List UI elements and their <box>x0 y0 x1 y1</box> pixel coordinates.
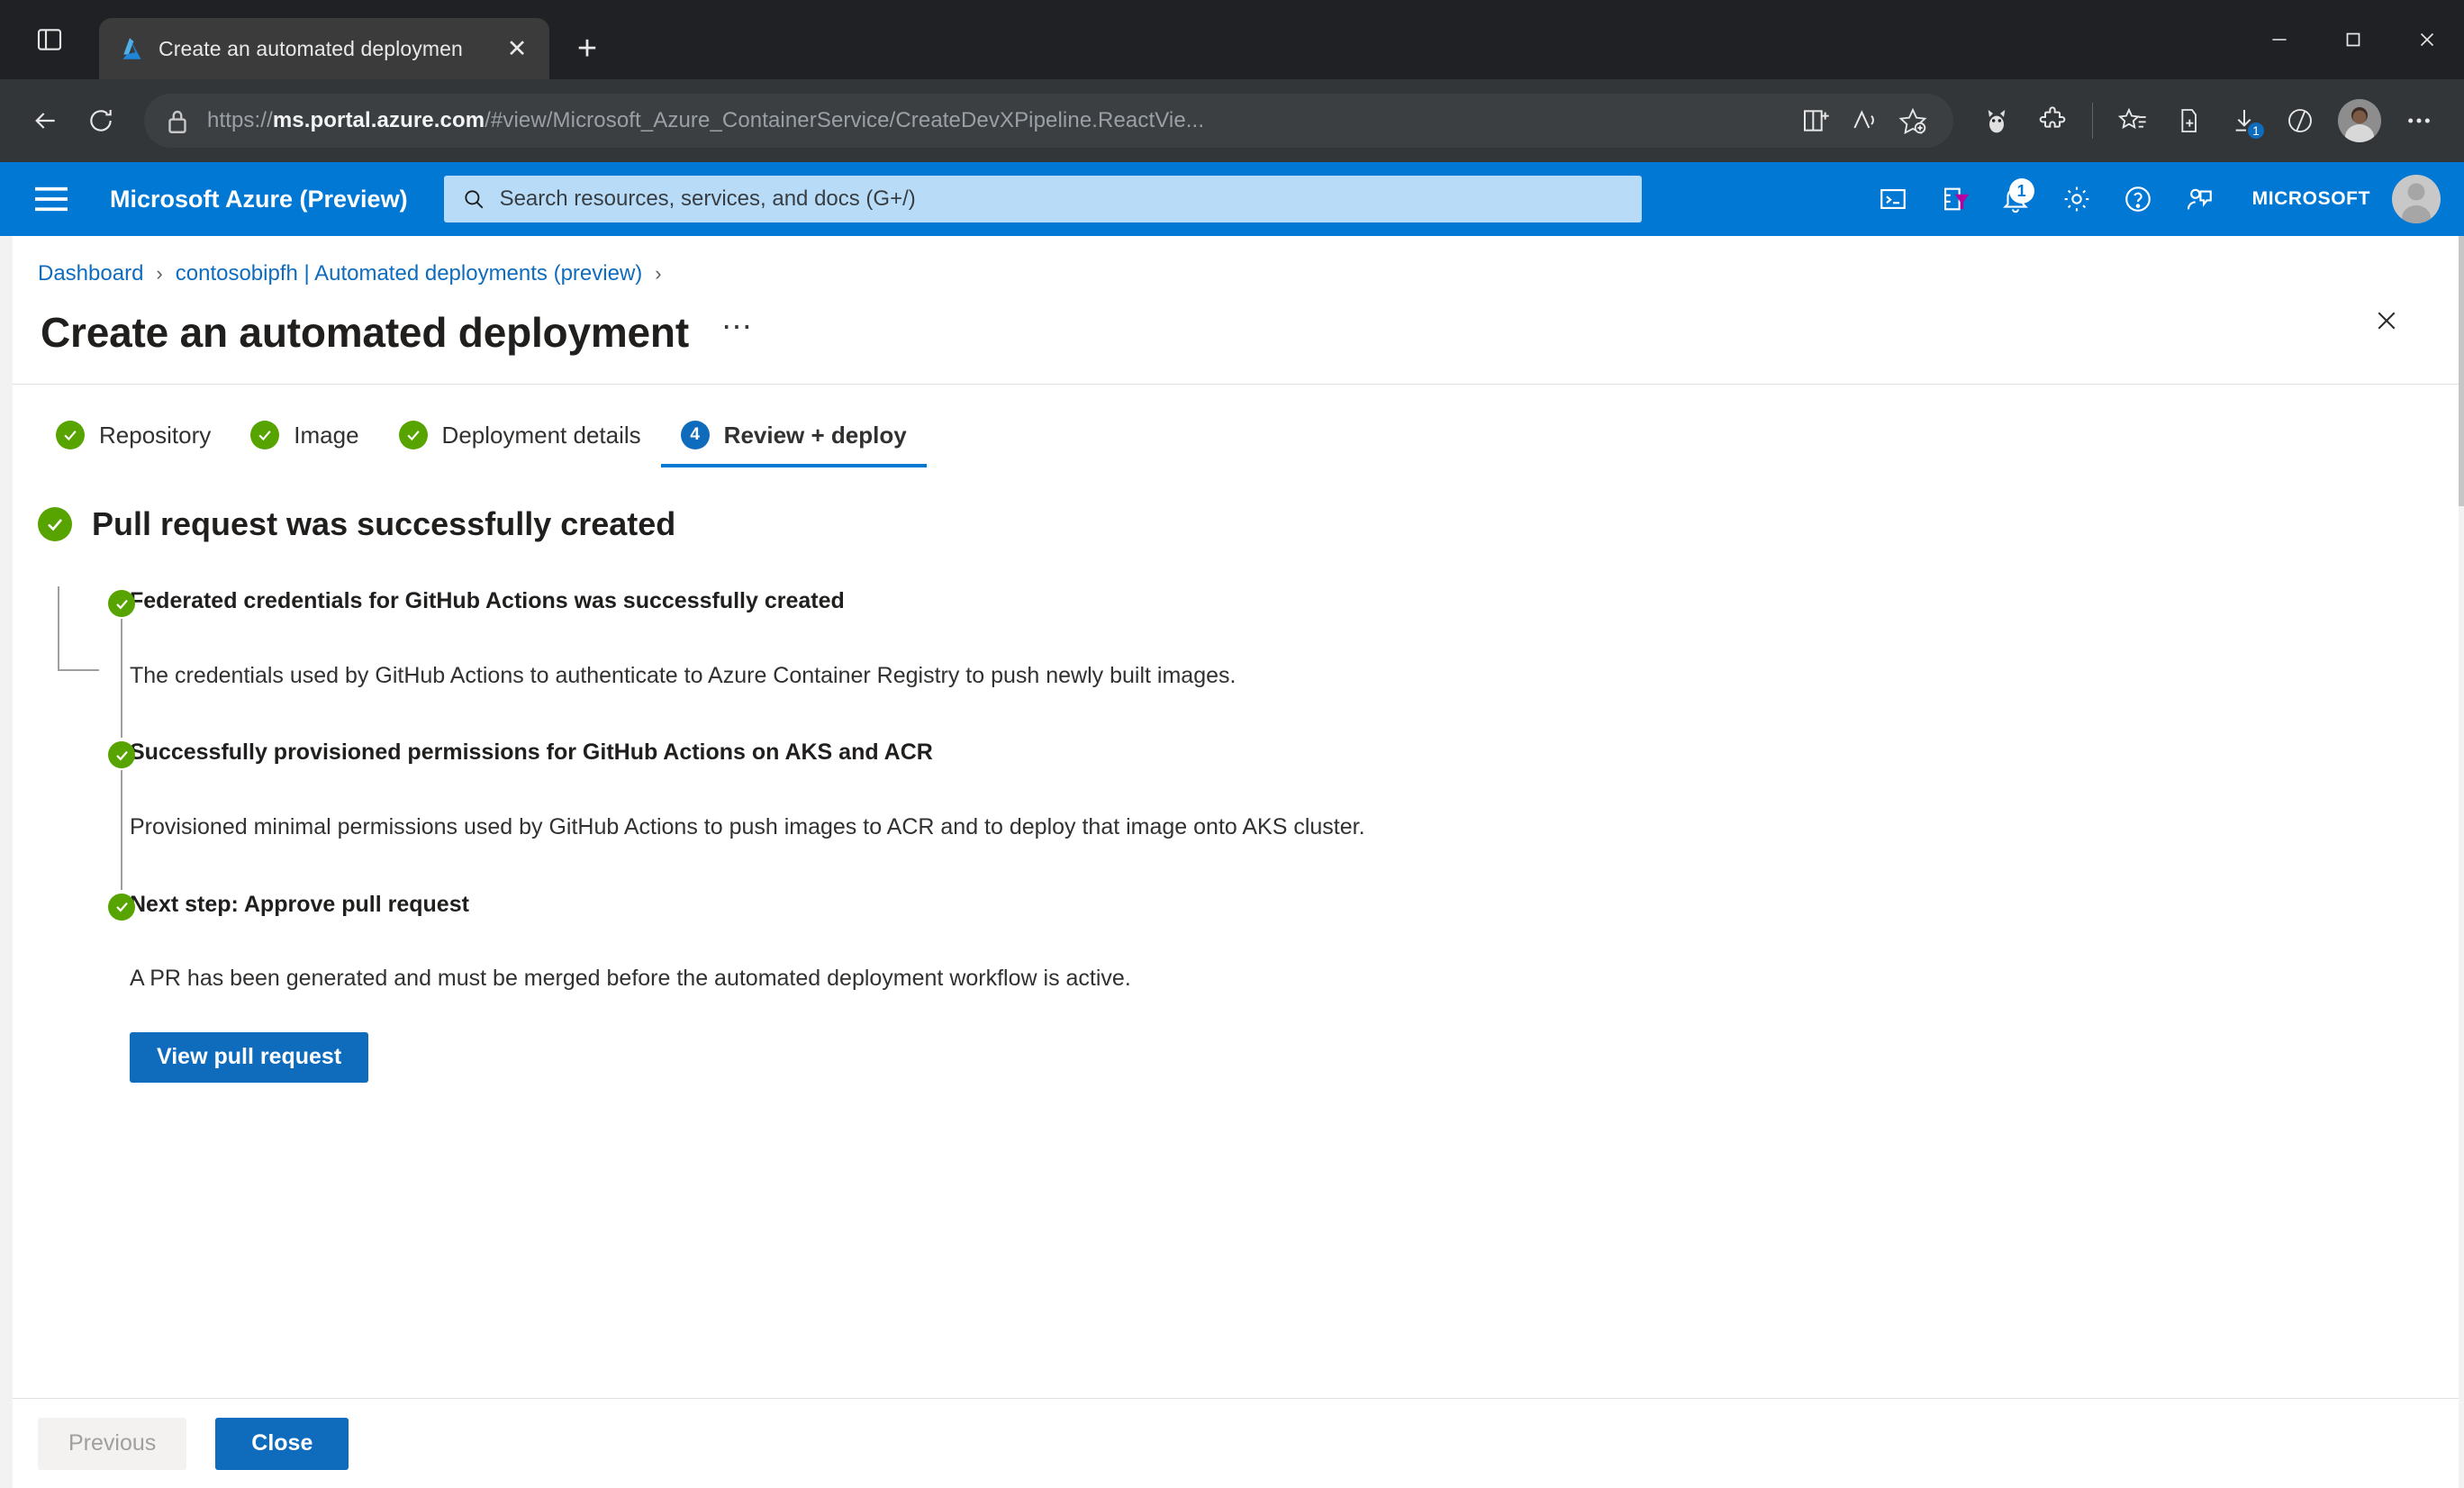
feedback-icon[interactable] <box>2171 171 2227 227</box>
tab-search-icon[interactable] <box>26 16 73 63</box>
result-title: Pull request was successfully created <box>92 505 676 542</box>
tenant-label: MICROSOFT <box>2251 188 2370 209</box>
more-options-icon[interactable]: ⋯ <box>721 312 755 353</box>
extensions-icon[interactable] <box>2027 95 2078 146</box>
tab-repository[interactable]: Repository <box>36 412 231 467</box>
help-icon[interactable] <box>2110 171 2166 227</box>
url-text: https://ms.portal.azure.com/#view/Micros… <box>207 108 1205 132</box>
window-controls <box>2242 0 2464 79</box>
step-heading: Next step: Approve pull request <box>130 891 469 917</box>
tab-close-icon[interactable]: ✕ <box>497 29 537 68</box>
success-check-icon <box>38 507 72 541</box>
create-deployment-blade: Dashboard › contosobipfh | Automated dep… <box>0 236 2464 1488</box>
account-avatar[interactable] <box>2392 175 2441 223</box>
blade-content: Pull request was successfully created Fe… <box>0 467 2464 1398</box>
browser-titlebar: Create an automated deploymen ✕ + <box>0 0 2464 79</box>
deployment-steps-timeline: Federated credentials for GitHub Actions… <box>38 586 2464 1083</box>
address-bar[interactable]: https://ms.portal.azure.com/#view/Micros… <box>144 94 1953 148</box>
tab-repository-label: Repository <box>99 421 212 449</box>
global-search-input[interactable]: Search resources, services, and docs (G+… <box>443 176 1642 222</box>
scrollbar-thumb[interactable] <box>2459 236 2464 506</box>
settings-gear-icon[interactable] <box>2049 171 2105 227</box>
breadcrumb-item-automated-deployments[interactable]: contosobipfh | Automated deployments (pr… <box>176 261 643 286</box>
cloud-shell-icon[interactable] <box>1865 171 1921 227</box>
step-heading: Successfully provisioned permissions for… <box>130 739 933 766</box>
check-circle-icon <box>398 421 428 449</box>
breadcrumb-separator-2: › <box>655 262 662 285</box>
azure-top-nav: Microsoft Azure (Preview) Search resourc… <box>0 162 2464 236</box>
previous-button[interactable]: Previous <box>38 1417 187 1470</box>
browser-essentials-icon[interactable] <box>2163 95 2214 146</box>
search-icon <box>464 190 483 209</box>
tab-review-deploy-label: Review + deploy <box>723 421 907 449</box>
breadcrumb-item-dashboard[interactable]: Dashboard <box>38 261 143 286</box>
collections-icon[interactable] <box>2107 95 2158 146</box>
profile-avatar-icon[interactable] <box>2338 99 2381 142</box>
timeline-step-federated-credentials: Federated credentials for GitHub Actions… <box>58 586 2464 739</box>
timeline-step-approve-pr: Next step: Approve pull request A PR has… <box>58 890 2464 1083</box>
step-description: Provisioned minimal permissions used by … <box>130 813 1365 839</box>
tab-deployment-details[interactable]: Deployment details <box>379 412 661 467</box>
toolbar-divider <box>2092 103 2093 139</box>
blade-footer: Previous Close <box>0 1398 2464 1488</box>
directories-subscriptions-icon[interactable] <box>1926 171 1982 227</box>
azure-nav-actions: 1 MICROSOFT <box>1865 171 2464 227</box>
breadcrumb-separator: › <box>156 262 163 285</box>
tab-review-deploy[interactable]: 4 Review + deploy <box>660 412 927 467</box>
blade-scrollbar[interactable] <box>2459 236 2464 1488</box>
step-check-icon <box>108 590 135 617</box>
tab-image-label: Image <box>294 421 359 449</box>
timeline-connector <box>121 619 122 739</box>
tab-image[interactable]: Image <box>231 412 378 467</box>
read-aloud-icon[interactable] <box>1842 98 1887 143</box>
settings-more-icon[interactable] <box>2394 95 2444 146</box>
check-circle-icon <box>250 421 280 449</box>
window-close-icon[interactable] <box>2390 0 2464 79</box>
downloads-badge: 1 <box>2246 121 2266 141</box>
azure-portal: Microsoft Azure (Preview) Search resourc… <box>0 162 2464 1488</box>
back-icon[interactable] <box>20 95 70 146</box>
split-screen-icon[interactable] <box>1793 98 1838 143</box>
notification-badge: 1 <box>2008 178 2034 204</box>
copilot-icon[interactable] <box>1971 95 2022 146</box>
global-search-placeholder: Search resources, services, and docs (G+… <box>499 186 916 211</box>
new-tab-button[interactable]: + <box>562 23 612 74</box>
timeline-step-permissions: Successfully provisioned permissions for… <box>58 738 2464 890</box>
hamburger-menu-icon[interactable] <box>27 175 76 223</box>
browser-toolbar: https://ms.portal.azure.com/#view/Micros… <box>0 79 2464 162</box>
step-description: A PR has been generated and must be merg… <box>130 966 1131 991</box>
notifications-icon[interactable]: 1 <box>1988 171 2043 227</box>
azure-logo-icon <box>119 35 146 62</box>
tab-deployment-details-label: Deployment details <box>441 421 641 449</box>
browser-window: Create an automated deploymen ✕ + https:… <box>0 0 2464 1488</box>
step-heading: Federated credentials for GitHub Actions… <box>130 588 845 613</box>
minimize-icon[interactable] <box>2242 0 2316 79</box>
tab-step-number: 4 <box>680 421 710 449</box>
browser-tab[interactable]: Create an automated deploymen ✕ <box>99 18 549 79</box>
wizard-tabs: Repository Image Deployment details 4 Re… <box>0 385 2464 467</box>
split-tab-icon[interactable] <box>2275 95 2325 146</box>
tab-actions-area <box>0 0 99 79</box>
tab-title: Create an automated deploymen <box>159 36 463 60</box>
omnibox-actions <box>1793 98 1935 143</box>
step-check-icon <box>108 893 135 921</box>
breadcrumb: Dashboard › contosobipfh | Automated dep… <box>0 236 2464 286</box>
result-header: Pull request was successfully created <box>38 505 2464 543</box>
check-circle-icon <box>56 421 85 449</box>
page-title: Create an automated deployment <box>41 309 689 356</box>
timeline-connector <box>121 770 122 890</box>
blade-close-icon[interactable] <box>2361 295 2412 346</box>
refresh-icon[interactable] <box>76 95 126 146</box>
maximize-icon[interactable] <box>2316 0 2390 79</box>
downloads-icon[interactable]: 1 <box>2219 95 2269 146</box>
lock-icon[interactable] <box>162 105 193 136</box>
close-button[interactable]: Close <box>215 1417 349 1470</box>
azure-brand[interactable]: Microsoft Azure (Preview) <box>110 186 408 213</box>
step-description: The credentials used by GitHub Actions t… <box>130 662 1237 688</box>
step-actions: View pull request <box>130 994 2464 1083</box>
view-pull-request-button[interactable]: View pull request <box>130 1031 369 1083</box>
blade-title-row: Create an automated deployment ⋯ <box>0 286 2464 357</box>
add-favorite-icon[interactable] <box>1890 98 1935 143</box>
